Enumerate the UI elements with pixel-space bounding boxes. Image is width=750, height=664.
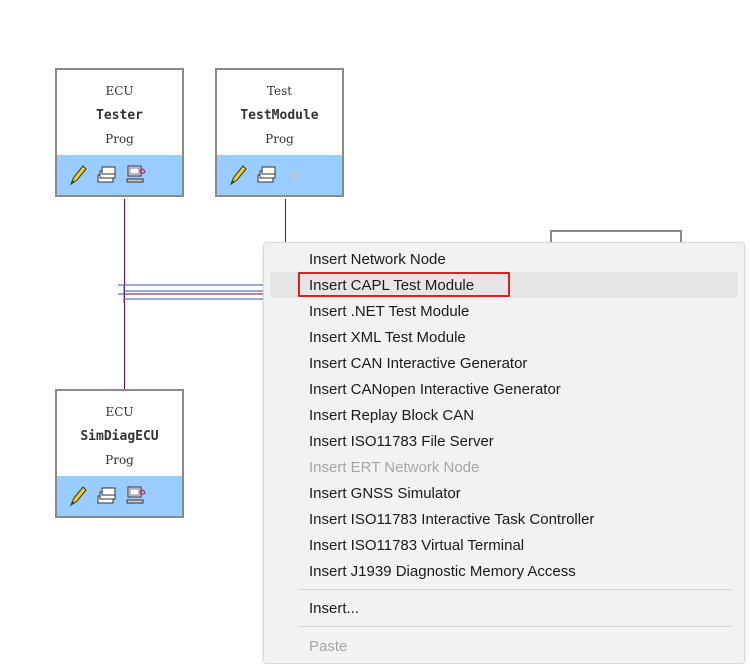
menu-item-label: Insert ISO11783 Interactive Task Control… — [309, 511, 595, 528]
network-icon[interactable] — [125, 163, 147, 187]
menu-item-insert-iso11783-interactive-task-controller[interactable]: Insert ISO11783 Interactive Task Control… — [264, 506, 744, 532]
node-toolbar — [217, 155, 342, 195]
annotation-highlight-box — [298, 272, 510, 297]
menu-separator — [298, 589, 732, 590]
menu-item-insert-net-test-module[interactable]: Insert .NET Test Module — [264, 298, 744, 324]
menu-item-insert-canopen-interactive-generator[interactable]: Insert CANopen Interactive Generator — [264, 376, 744, 402]
context-menu: Insert Network Node Insert CAPL Test Mod… — [263, 242, 745, 664]
node-prog-label: Prog — [265, 132, 294, 146]
node-type-label: ECU — [105, 84, 134, 98]
node-prog-label: Prog — [105, 453, 134, 467]
pencil-icon[interactable] — [227, 163, 249, 187]
menu-item-label: Insert ERT Network Node — [309, 459, 480, 476]
testmodule-connection-line — [285, 199, 286, 244]
menu-separator — [298, 626, 732, 627]
menu-item-insert[interactable]: Insert... — [264, 595, 744, 621]
menu-item-label: Insert Replay Block CAN — [309, 407, 475, 424]
menu-item-label: Insert CANopen Interactive Generator — [309, 381, 561, 398]
menu-item-insert-gnss-simulator[interactable]: Insert GNSS Simulator — [264, 480, 744, 506]
stack-icon[interactable] — [255, 163, 277, 187]
pencil-icon[interactable] — [67, 163, 89, 187]
node-simdiagecu[interactable]: ECU SimDiagECU Prog — [55, 389, 184, 518]
node-type-label: Test — [266, 84, 293, 98]
node-toolbar — [57, 155, 182, 195]
node-name-label: SimDiagECU — [80, 429, 159, 444]
menu-item-label: Insert J1939 Diagnostic Memory Access — [309, 563, 576, 580]
node-name-label: TestModule — [240, 108, 319, 123]
node-type-label: ECU — [105, 405, 134, 419]
menu-item-label: Insert .NET Test Module — [309, 303, 470, 320]
menu-item-label: Insert XML Test Module — [309, 329, 466, 346]
simulation-setup-canvas[interactable]: ECU Tester Prog Test TestModule Prog ECU… — [0, 0, 750, 664]
menu-item-insert-network-node[interactable]: Insert Network Node — [264, 246, 744, 272]
menu-item-label: Paste — [309, 638, 348, 655]
stack-icon[interactable] — [95, 163, 117, 187]
play-icon[interactable] — [287, 163, 309, 187]
menu-item-label: Insert ISO11783 Virtual Terminal — [309, 537, 525, 554]
menu-item-insert-iso11783-file-server[interactable]: Insert ISO11783 File Server — [264, 428, 744, 454]
network-icon[interactable] — [125, 484, 147, 508]
menu-item-insert-xml-test-module[interactable]: Insert XML Test Module — [264, 324, 744, 350]
menu-item-insert-iso11783-virtual-terminal[interactable]: Insert ISO11783 Virtual Terminal — [264, 532, 744, 558]
menu-item-label: Insert CAN Interactive Generator — [309, 355, 528, 372]
menu-item-insert-j1939-diagnostic-memory-access[interactable]: Insert J1939 Diagnostic Memory Access — [264, 558, 744, 584]
can-bus-lines[interactable] — [110, 280, 270, 310]
pencil-icon[interactable] — [67, 484, 89, 508]
menu-item-insert-can-interactive-generator[interactable]: Insert CAN Interactive Generator — [264, 350, 744, 376]
menu-item-label: Insert... — [309, 600, 360, 617]
menu-item-label: Insert Network Node — [309, 251, 446, 268]
menu-item-insert-replay-block-can[interactable]: Insert Replay Block CAN — [264, 402, 744, 428]
menu-item-label: Insert GNSS Simulator — [309, 485, 461, 502]
node-name-label: Tester — [96, 108, 143, 123]
node-toolbar — [57, 476, 182, 516]
node-testmodule[interactable]: Test TestModule Prog — [215, 68, 344, 197]
menu-item-insert-ert-network-node: Insert ERT Network Node — [264, 454, 744, 480]
stack-icon[interactable] — [95, 484, 117, 508]
menu-item-paste: Paste — [264, 633, 744, 659]
menu-item-label: Insert ISO11783 File Server — [309, 433, 494, 450]
node-prog-label: Prog — [105, 132, 134, 146]
node-tester[interactable]: ECU Tester Prog — [55, 68, 184, 197]
